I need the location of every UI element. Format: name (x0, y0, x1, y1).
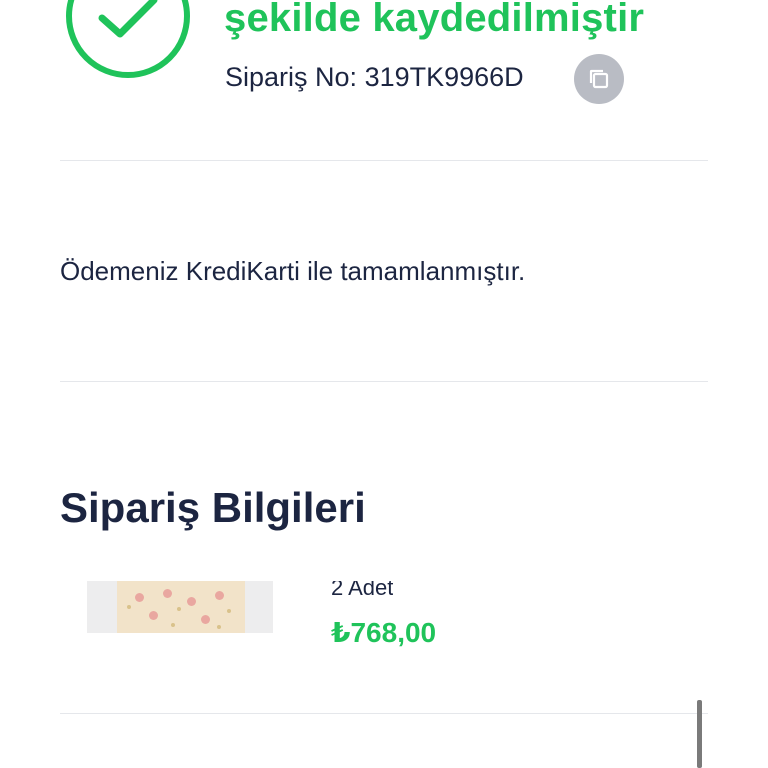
order-info-heading: Sipariş Bilgileri (60, 484, 366, 531)
copy-icon (589, 69, 609, 89)
order-number-value[interactable]: 319TK9966D (365, 62, 524, 92)
divider (60, 160, 708, 161)
copy-order-number-button[interactable] (574, 54, 624, 104)
item-price: ₺768,00 (331, 617, 437, 648)
order-number-label: Sipariş No: (225, 62, 358, 92)
cake-picture (117, 581, 245, 633)
success-check-icon (66, 0, 190, 78)
divider (60, 713, 708, 714)
product-image[interactable] (87, 581, 273, 633)
scrollbar[interactable] (697, 700, 702, 768)
confirmation-title: şekilde kaydedilmiştir (224, 0, 645, 40)
order-number-line: Sipariş No: 319TK9966D (225, 62, 524, 93)
divider (60, 381, 708, 382)
payment-status-message: Ödemeniz KrediKarti ile tamamlanmıştır. (60, 256, 526, 286)
item-quantity: 2 Adet (331, 581, 394, 600)
